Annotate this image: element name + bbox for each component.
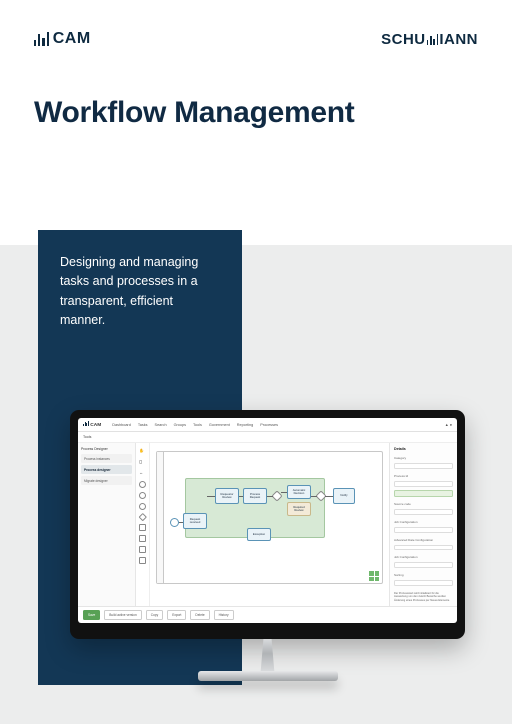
field-sort[interactable]: [394, 580, 453, 586]
nav-tasks[interactable]: Tasks: [138, 423, 148, 427]
bars-icon: [83, 421, 89, 426]
task-process[interactable]: Process Request: [243, 488, 267, 504]
history-button[interactable]: History: [214, 610, 234, 620]
copy-button[interactable]: Copy: [146, 610, 163, 620]
start-event[interactable]: [170, 518, 179, 527]
tool-pool-icon[interactable]: [139, 557, 146, 564]
tool-palette: ✋ ◻ ↔: [136, 443, 150, 606]
properties-panel: Details Category Process Id Source code …: [389, 443, 457, 606]
bars-icon: [34, 32, 49, 46]
app-header: CAM Dashboard Tasks Search Groups Tools …: [78, 418, 457, 432]
tool-gateway-icon[interactable]: [139, 513, 147, 521]
app-logo: CAM: [83, 421, 101, 428]
document-header: CAM SCHU IANN Workflow Management: [0, 0, 512, 230]
panel-description: Der Prozessstart wird initialisiert für …: [394, 592, 453, 602]
nav-dashboard[interactable]: Dashboard: [112, 423, 131, 427]
logo-row: CAM SCHU IANN: [34, 30, 478, 48]
minimap-icon[interactable]: [369, 571, 379, 581]
nav-groups[interactable]: Groups: [174, 423, 186, 427]
tagline-text: Designing and managing tasks and process…: [60, 253, 220, 331]
bpmn-lane: Request received Requestor Review Proces…: [156, 451, 383, 584]
tool-lasso-icon[interactable]: ◻: [139, 459, 146, 466]
user-icon[interactable]: ▲ ●: [445, 423, 452, 427]
product-name: CAM: [53, 30, 91, 48]
field-storage2[interactable]: [394, 545, 453, 551]
tool-hand-icon[interactable]: ✋: [139, 448, 146, 455]
sidebar-item-instances[interactable]: Process instances: [81, 454, 132, 463]
label-category: Category: [394, 456, 453, 460]
nav-tools[interactable]: Tools: [193, 423, 202, 427]
field-storage[interactable]: [394, 527, 453, 533]
new-version-button[interactable]: Build active version: [104, 610, 141, 620]
panel-title: Details: [394, 447, 453, 451]
label-code: Source code: [394, 502, 453, 506]
field-highlighted[interactable]: [394, 490, 453, 498]
sidebar-title: Process Designer: [81, 447, 132, 451]
label-id: Process Id: [394, 474, 453, 478]
tool-end-event-icon[interactable]: [139, 503, 146, 510]
bars-icon: [427, 34, 439, 45]
task-request[interactable]: Request received: [183, 513, 207, 529]
label-job: Job Configuration: [394, 555, 453, 559]
monitor-stand-base: [198, 671, 338, 681]
monitor-stand-neck: [251, 639, 285, 671]
page-title: Workflow Management: [34, 96, 478, 130]
delete-button[interactable]: Delete: [190, 610, 209, 620]
tool-intermediate-event-icon[interactable]: [139, 492, 146, 499]
nav-government[interactable]: Government: [209, 423, 230, 427]
breadcrumb: Tools: [78, 432, 457, 443]
nav-processes[interactable]: Processes: [260, 423, 278, 427]
field-id[interactable]: [394, 481, 453, 487]
monitor-mockup: CAM Dashboard Tasks Search Groups Tools …: [70, 410, 465, 681]
field-category[interactable]: [394, 463, 453, 469]
task-auto-decision[interactable]: Automatic Decision: [287, 485, 311, 499]
task-notify[interactable]: Notify: [333, 488, 355, 504]
task-exception[interactable]: Exception: [247, 528, 271, 541]
lane-header: [157, 452, 164, 583]
export-button[interactable]: Export: [167, 610, 186, 620]
sidebar-item-migrate[interactable]: Migrate designer: [81, 476, 132, 485]
label-storage2: Advanced Date Configuration: [394, 538, 453, 542]
field-code[interactable]: [394, 509, 453, 515]
company-logo: SCHU IANN: [381, 31, 478, 48]
left-sidebar: Process Designer Process instances Proce…: [78, 443, 136, 606]
tool-data-icon[interactable]: [139, 546, 146, 553]
nav-reporting[interactable]: Reporting: [237, 423, 253, 427]
nav-search[interactable]: Search: [155, 423, 167, 427]
company-name-post: IANN: [439, 31, 478, 48]
field-job[interactable]: [394, 562, 453, 568]
bottom-toolbar: Save Build active version Copy Export De…: [78, 606, 457, 623]
task-required-review[interactable]: Required Review: [287, 502, 311, 516]
label-sort: Sorting: [394, 573, 453, 577]
app-screenshot: CAM Dashboard Tasks Search Groups Tools …: [78, 418, 457, 623]
tool-space-icon[interactable]: ↔: [139, 470, 146, 477]
task-review[interactable]: Requestor Review: [215, 488, 239, 504]
tool-start-event-icon[interactable]: [139, 481, 146, 488]
product-logo: CAM: [34, 30, 91, 48]
bpmn-canvas[interactable]: Request received Requestor Review Proces…: [150, 443, 389, 606]
company-name-pre: SCHU: [381, 31, 426, 48]
monitor-bezel: CAM Dashboard Tasks Search Groups Tools …: [70, 410, 465, 639]
label-storage: Job Configuration: [394, 520, 453, 524]
app-body: Process Designer Process instances Proce…: [78, 443, 457, 606]
tool-subprocess-icon[interactable]: [139, 535, 146, 542]
tool-task-icon[interactable]: [139, 524, 146, 531]
save-button[interactable]: Save: [83, 610, 100, 620]
sidebar-item-designer[interactable]: Process designer: [81, 465, 132, 474]
